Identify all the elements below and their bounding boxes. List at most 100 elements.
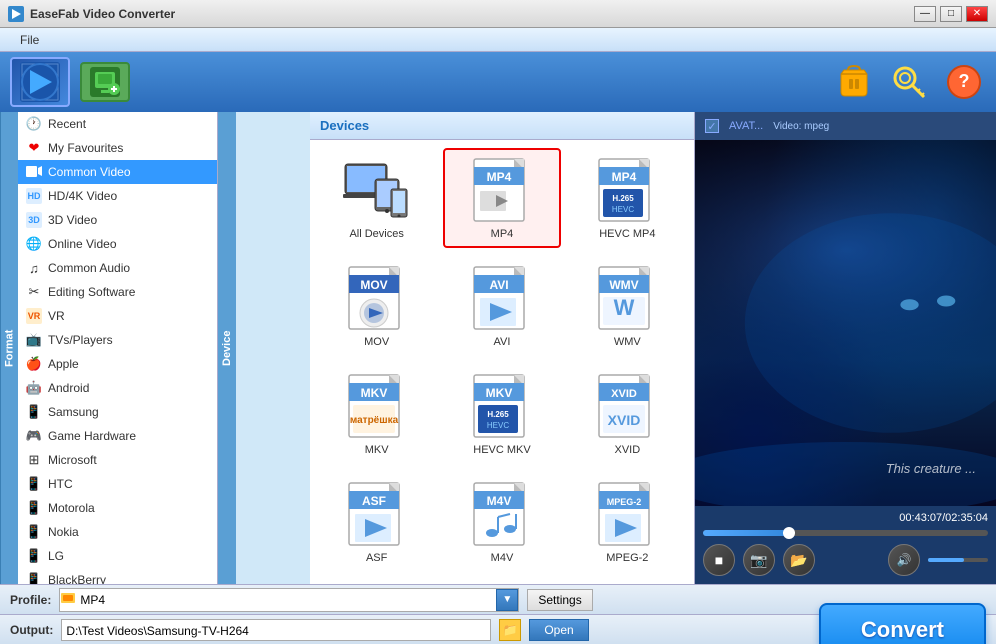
sidebar-item-favourites[interactable]: ❤ My Favourites [18, 136, 217, 160]
toolbar: ? [0, 52, 996, 112]
sidebar-item-microsoft[interactable]: ⊞ Microsoft [18, 448, 217, 472]
svg-text:XVID: XVID [611, 388, 637, 400]
svg-text:XVID: XVID [608, 412, 641, 428]
maximize-button[interactable]: □ [940, 6, 962, 22]
sidebar-item-editing-software[interactable]: ✂ Editing Software [18, 280, 217, 304]
progress-thumb[interactable] [783, 527, 795, 539]
wmv-icon: WMV W [592, 264, 662, 334]
lg-icon: 📱 [26, 548, 42, 564]
open-folder-button[interactable]: 📂 [783, 544, 815, 576]
format-item-hevc-mp4[interactable]: MP4 H.265 HEVC HEVC MP4 [569, 148, 686, 248]
sidebar-item-3d[interactable]: 3D 3D Video [18, 208, 217, 232]
format-label-mov: MOV [364, 336, 389, 348]
help-button[interactable]: ? [941, 60, 986, 105]
apple-icon: 🍎 [26, 356, 42, 372]
progress-fill [703, 530, 789, 536]
video-time: 00:43:07/02:35:04 [703, 510, 988, 526]
menu-file[interactable]: File [10, 31, 49, 49]
sidebar-item-online-video[interactable]: 🌐 Online Video [18, 232, 217, 256]
add-file-button[interactable] [80, 62, 130, 102]
format-item-mpeg2[interactable]: MPEG-2 MPEG-2 [569, 472, 686, 572]
motorola-icon: 📱 [26, 500, 42, 516]
nokia-icon: 📱 [26, 524, 42, 540]
screenshot-button[interactable]: 📷 [743, 544, 775, 576]
format-item-avi[interactable]: AVI AVI [443, 256, 560, 356]
svg-text:HEVC: HEVC [612, 205, 634, 214]
format-item-all-devices[interactable]: All Devices [318, 148, 435, 248]
asf-icon: ASF [342, 480, 412, 550]
sidebar-item-game-hardware[interactable]: 🎮 Game Hardware [18, 424, 217, 448]
stop-button[interactable]: ■ [703, 544, 735, 576]
format-item-dv-ntsc[interactable]: DV DV-NTSC [318, 580, 435, 584]
convert-button[interactable]: Convert [819, 603, 986, 644]
device-tab[interactable]: Device [218, 112, 236, 584]
volume-button[interactable]: 🔊 [888, 544, 920, 576]
hevc-mkv-icon: MKV H.265 HEVC [467, 372, 537, 442]
format-label-mp4: MP4 [491, 228, 514, 240]
app-logo [10, 57, 70, 107]
file-list-area: ✓ AVAT... Video: mpeg [695, 112, 996, 140]
format-item-dv-pal[interactable]: DV DV-PAL [443, 580, 560, 584]
edit-icon: ✂ [26, 284, 42, 300]
svg-text:матрёшка: матрёшка [350, 415, 399, 426]
minimize-button[interactable]: — [914, 6, 936, 22]
format-item-wmv[interactable]: WMV W WMV [569, 256, 686, 356]
file-name: AVAT... [729, 120, 763, 132]
basket-button[interactable] [831, 60, 876, 105]
volume-slider[interactable] [928, 558, 988, 562]
profile-select[interactable]: MP4 [76, 589, 496, 611]
output-folder-button[interactable]: 📁 [499, 619, 521, 641]
file-checkbox[interactable]: ✓ [705, 119, 719, 133]
format-item-mkv[interactable]: MKV матрёшка MKV [318, 364, 435, 464]
format-item-xvid[interactable]: XVID XVID XVID [569, 364, 686, 464]
format-item-hevc-mkv[interactable]: MKV H.265 HEVC HEVC MKV [443, 364, 560, 464]
format-label-mkv: MKV [365, 444, 389, 456]
3d-icon: 3D [26, 212, 42, 228]
close-button[interactable]: ✕ [966, 6, 988, 22]
sidebar-item-recent[interactable]: 🕐 Recent [18, 112, 217, 136]
sidebar-item-common-video[interactable]: Common Video [18, 160, 217, 184]
hevc-mp4-icon: MP4 H.265 HEVC [592, 156, 662, 226]
format-label-asf: ASF [366, 552, 387, 564]
profile-label: Profile: [10, 593, 51, 607]
progress-bar[interactable] [703, 530, 988, 536]
format-tab[interactable]: Format [0, 112, 18, 584]
profile-icon [60, 589, 76, 611]
mpeg2-icon: MPEG-2 [592, 480, 662, 550]
mp4-icon: MP4 [467, 156, 537, 226]
format-item-asf[interactable]: ASF ASF [318, 472, 435, 572]
sidebar-item-blackberry[interactable]: 📱 BlackBerry [18, 568, 217, 584]
sidebar-item-samsung[interactable]: 📱 Samsung [18, 400, 217, 424]
sidebar-item-common-audio[interactable]: ♫ Common Audio [18, 256, 217, 280]
profile-dropdown-button[interactable]: ▼ [496, 589, 518, 611]
svg-text:H.265: H.265 [613, 194, 635, 203]
format-label-xvid: XVID [614, 444, 640, 456]
sidebar-item-nokia[interactable]: 📱 Nokia [18, 520, 217, 544]
sidebar-item-htc[interactable]: 📱 HTC [18, 472, 217, 496]
open-button[interactable]: Open [529, 619, 588, 641]
format-label-all-devices: All Devices [349, 228, 403, 240]
key-button[interactable] [886, 60, 931, 105]
format-item-m4v[interactable]: M4V M4V [443, 472, 560, 572]
svg-text:HEVC: HEVC [487, 421, 509, 430]
window-controls: — □ ✕ [914, 6, 988, 22]
settings-button[interactable]: Settings [527, 589, 592, 611]
format-grid: All Devices MP4 [318, 148, 686, 584]
format-item-mpeg1[interactable]: MPEG-1 MPEG-1 [569, 580, 686, 584]
format-item-mp4[interactable]: MP4 MP4 [443, 148, 560, 248]
sidebar-item-android[interactable]: 🤖 Android [18, 376, 217, 400]
output-path: D:\Test Videos\Samsung-TV-H264 [61, 619, 491, 641]
app-icon [8, 6, 24, 22]
scene-background [695, 140, 996, 506]
sidebar-item-lg[interactable]: 📱 LG [18, 544, 217, 568]
sidebar-item-vr[interactable]: VR VR [18, 304, 217, 328]
android-icon: 🤖 [26, 380, 42, 396]
avi-icon: AVI [467, 264, 537, 334]
all-devices-icon [342, 156, 412, 226]
sidebar-item-motorola[interactable]: 📱 Motorola [18, 496, 217, 520]
sidebar-item-hd-4k[interactable]: HD HD/4K Video [18, 184, 217, 208]
format-item-mov[interactable]: MOV MOV [318, 256, 435, 356]
sidebar-item-tvs[interactable]: 📺 TVs/Players [18, 328, 217, 352]
game-icon: 🎮 [26, 428, 42, 444]
sidebar-item-apple[interactable]: 🍎 Apple [18, 352, 217, 376]
